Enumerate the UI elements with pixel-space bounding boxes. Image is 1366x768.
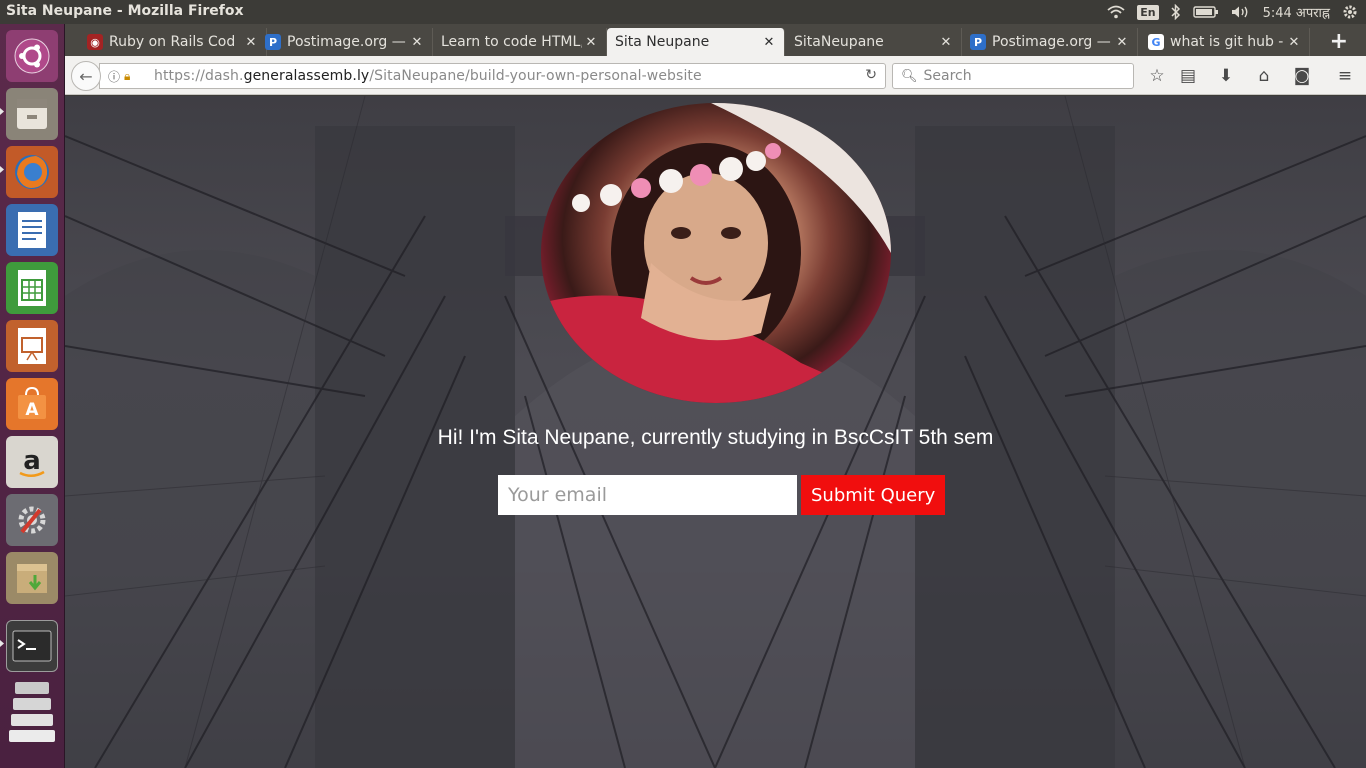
- site-info-area[interactable]: ⓘ 🔒︎: [108, 68, 144, 85]
- firefox-icon[interactable]: [6, 146, 58, 198]
- menu-hamburger-icon[interactable]: ≡: [1334, 65, 1356, 87]
- url-host: generalassemb.ly: [243, 68, 370, 84]
- tab-label: Ruby on Rails Cod: [109, 34, 236, 50]
- page-content: Hi! I'm Sita Neupane, currently studying…: [65, 96, 1366, 768]
- close-tab-icon[interactable]: ✕: [408, 35, 426, 50]
- window-title: Sita Neupane - Mozilla Firefox: [6, 3, 244, 19]
- workspaces-icon[interactable]: [6, 676, 58, 744]
- email-signup-form: Submit Query: [498, 475, 946, 515]
- home-icon[interactable]: ⌂: [1253, 65, 1275, 87]
- files-icon[interactable]: [6, 88, 58, 140]
- unity-launcher: A a: [0, 24, 65, 768]
- tab-label: Learn to code HTML,: [441, 34, 582, 50]
- close-tab-icon[interactable]: ✕: [1113, 35, 1131, 50]
- close-tab-icon[interactable]: ✕: [582, 35, 600, 50]
- back-button[interactable]: ←: [71, 61, 101, 91]
- close-tab-icon[interactable]: ✕: [937, 35, 955, 50]
- keyboard-language-indicator[interactable]: En: [1137, 4, 1159, 20]
- wifi-icon[interactable]: [1107, 5, 1125, 19]
- tab-label: Sita Neupane: [615, 34, 710, 50]
- session-gear-icon[interactable]: [1342, 4, 1358, 20]
- reload-icon[interactable]: ↻: [865, 67, 877, 83]
- url-text[interactable]: https://dash.generalassemb.ly/SitaNeupan…: [154, 68, 702, 84]
- running-indicator: [0, 640, 4, 647]
- archive-manager-icon[interactable]: [6, 552, 58, 604]
- battery-icon[interactable]: [1192, 5, 1219, 19]
- back-arrow-icon: ←: [79, 66, 93, 86]
- indicator-area: En 5:44 अपराह्न: [1107, 2, 1358, 22]
- profile-photo: [541, 103, 891, 403]
- tab-ruby-on-rails[interactable]: ◉ Ruby on Rails Cod ✕: [79, 28, 267, 56]
- rails-favicon-icon: ◉: [87, 34, 103, 50]
- navigation-toolbar: ⓘ 🔒︎ https://dash.generalassemb.ly/SitaN…: [65, 56, 1366, 95]
- tab-what-is-git-hub[interactable]: G what is git hub - G ✕: [1140, 28, 1310, 56]
- tab-postimage-1[interactable]: P Postimage.org — ✕: [257, 28, 433, 56]
- mixed-content-lock-icon[interactable]: 🔒︎: [124, 69, 130, 84]
- url-bar[interactable]: ⓘ 🔒︎ https://dash.generalassemb.ly/SitaN…: [99, 63, 886, 89]
- svg-text:a: a: [23, 446, 41, 476]
- info-icon[interactable]: ⓘ: [108, 68, 120, 85]
- downloads-icon[interactable]: ⬇: [1215, 65, 1237, 87]
- pocket-icon[interactable]: ◙: [1291, 65, 1313, 87]
- bluetooth-icon[interactable]: [1171, 4, 1181, 20]
- postimage-favicon-icon: P: [970, 34, 986, 50]
- postimage-favicon-icon: P: [265, 34, 281, 50]
- impress-icon[interactable]: [6, 320, 58, 372]
- tab-learn-to-code[interactable]: Learn to code HTML, ✕: [433, 28, 607, 56]
- search-icon: 🔍︎: [901, 68, 918, 84]
- calc-icon[interactable]: [6, 262, 58, 314]
- terminal-icon[interactable]: [6, 620, 58, 672]
- system-top-bar: Sita Neupane - Mozilla Firefox En 5:44 अ…: [0, 0, 1366, 24]
- search-bar[interactable]: 🔍︎ Search: [892, 63, 1134, 89]
- reading-list-icon[interactable]: ▤: [1177, 65, 1199, 87]
- email-input[interactable]: [498, 475, 797, 515]
- tab-label: SitaNeupane: [794, 34, 884, 50]
- close-tab-icon[interactable]: ✕: [1285, 35, 1303, 50]
- close-tab-icon[interactable]: ✕: [760, 35, 778, 50]
- software-center-icon[interactable]: A: [6, 378, 58, 430]
- tab-label: Postimage.org —: [992, 34, 1111, 50]
- new-tab-plus-icon[interactable]: +: [1330, 29, 1348, 54]
- tab-label: what is git hub - G: [1170, 34, 1285, 50]
- language-badge: En: [1137, 4, 1159, 20]
- search-placeholder: Search: [923, 68, 972, 84]
- greeting-text: Hi! I'm Sita Neupane, currently studying…: [437, 426, 994, 449]
- bookmark-star-icon[interactable]: ☆: [1146, 65, 1168, 87]
- tab-sita-neupane[interactable]: Sita Neupane ✕: [607, 28, 785, 56]
- ubuntu-dash-icon[interactable]: [6, 30, 58, 82]
- amazon-icon[interactable]: a: [6, 436, 58, 488]
- tab-sitaneupane[interactable]: SitaNeupane ✕: [786, 28, 962, 56]
- submit-query-button[interactable]: Submit Query: [801, 475, 946, 515]
- volume-icon[interactable]: [1231, 5, 1251, 19]
- writer-icon[interactable]: [6, 204, 58, 256]
- clock[interactable]: 5:44 अपराह्न: [1263, 3, 1330, 21]
- url-path: /SitaNeupane/build-your-own-personal-web…: [369, 68, 702, 84]
- running-indicator: [0, 166, 4, 173]
- tab-label: Postimage.org —: [287, 34, 406, 50]
- system-settings-icon[interactable]: [6, 494, 58, 546]
- svg-text:A: A: [25, 400, 39, 420]
- google-favicon-icon: G: [1148, 34, 1164, 50]
- running-indicator: [0, 108, 4, 115]
- tab-strip: ◉ Ruby on Rails Cod ✕ P Postimage.org — …: [65, 24, 1366, 56]
- url-prefix: https://dash.: [154, 68, 244, 84]
- tab-postimage-2[interactable]: P Postimage.org — ✕: [962, 28, 1138, 56]
